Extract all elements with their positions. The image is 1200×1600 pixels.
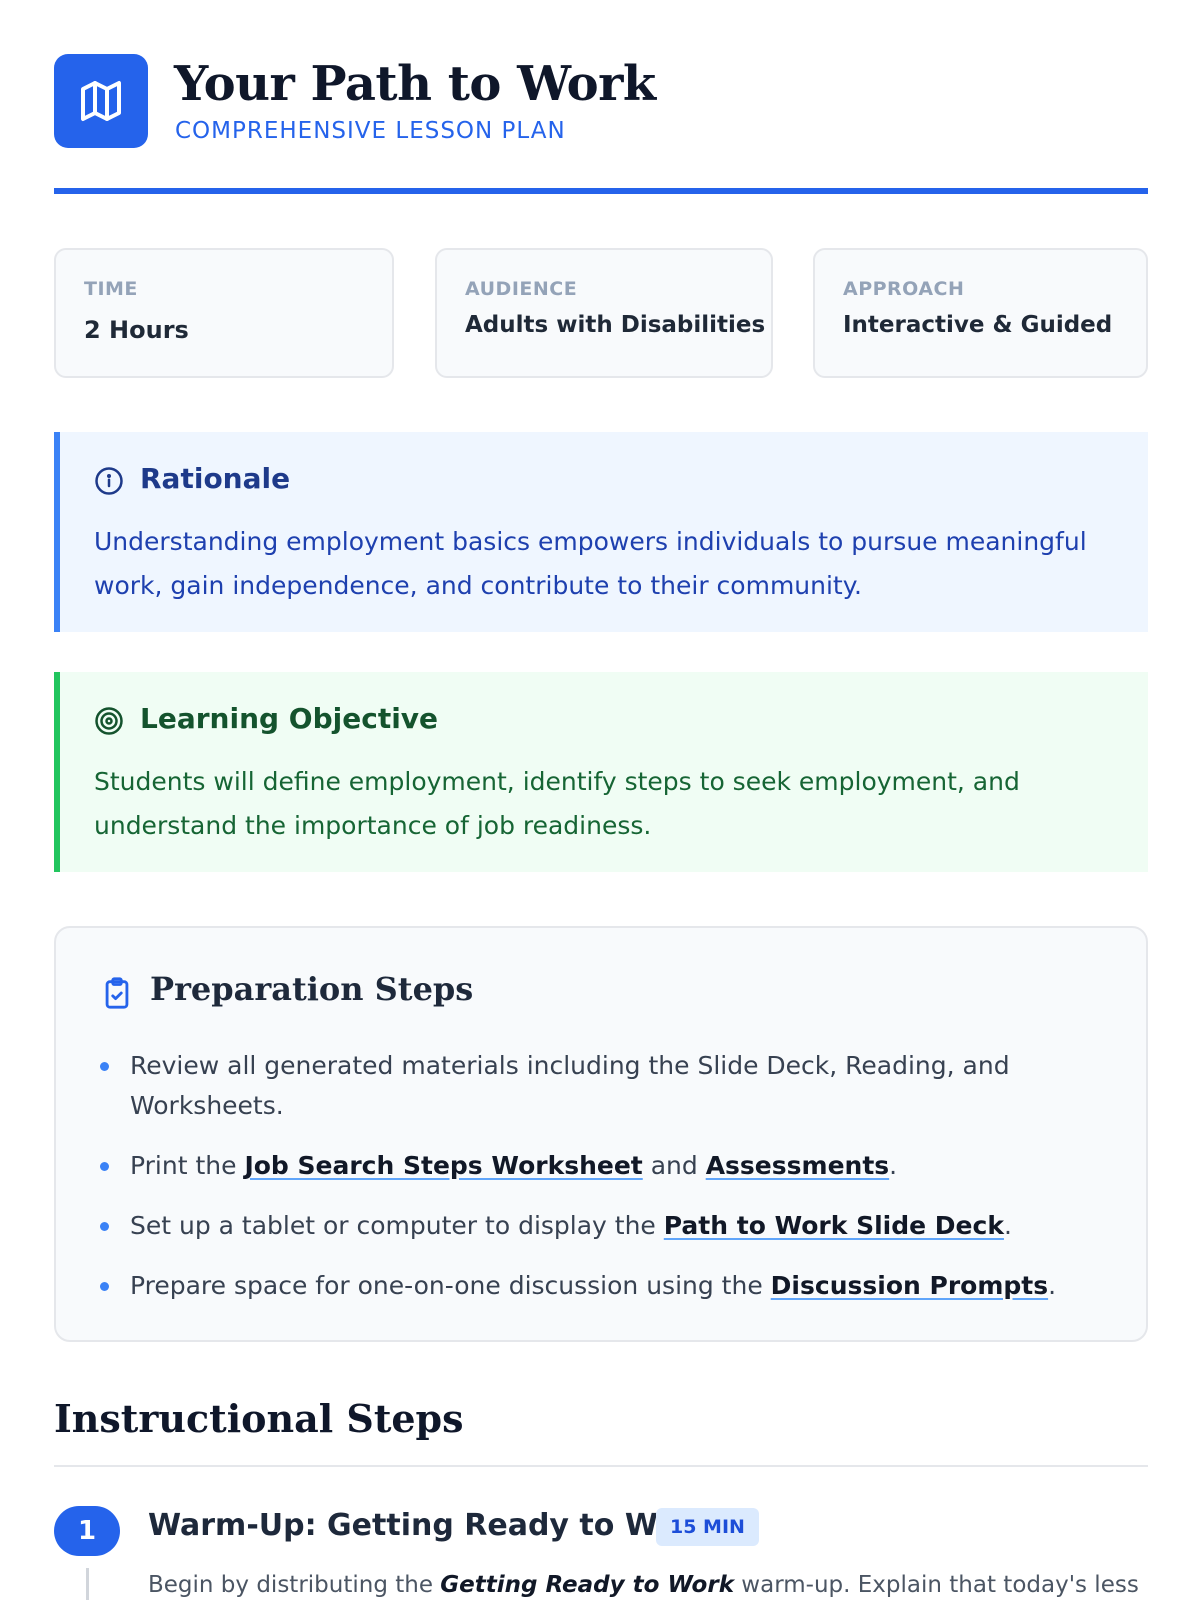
job-search-worksheet-link[interactable]: Job Search Steps Worksheet (244, 1151, 642, 1180)
list-item-text: Prepare space for one-on-one discussion … (130, 1271, 771, 1300)
meta-label: AUDIENCE (465, 278, 578, 300)
clipboard-check-icon (100, 974, 134, 1016)
discussion-prompts-link[interactable]: Discussion Prompts (771, 1271, 1048, 1300)
preparation-list: Review all generated materials including… (100, 1046, 1106, 1326)
preparation-title: Preparation Steps (150, 970, 474, 1008)
step-timeline-line (86, 1568, 89, 1600)
objective-title: Learning Objective (140, 702, 439, 735)
list-item-text: . (1003, 1211, 1012, 1240)
meta-card-time: TIME 2 Hours (54, 248, 394, 378)
rationale-body: Understanding employment basics empowers… (94, 527, 1087, 600)
step-text: Begin by distributing the (148, 1572, 441, 1598)
step-text: warm-up. Explain that today's lesson is (741, 1572, 1138, 1598)
step-title: Warm-Up: Getting Ready to Work (148, 1508, 713, 1543)
list-item-text: . (889, 1151, 898, 1180)
list-item: Print the Job Search Steps Worksheet and… (100, 1146, 1106, 1186)
rationale-callout: Rationale Understanding employment basic… (54, 432, 1148, 632)
preparation-card: Preparation Steps Review all generated m… (54, 926, 1148, 1342)
meta-card-approach: APPROACH Interactive & Guided (813, 248, 1148, 378)
rationale-title: Rationale (140, 462, 291, 495)
list-item-text: and (642, 1151, 706, 1180)
duration-badge: 15 MIN (656, 1508, 759, 1546)
objective-callout: Learning Objective Students will define … (54, 672, 1148, 872)
page-title: Your Path to Work (174, 56, 656, 112)
list-item: Set up a tablet or computer to display t… (100, 1206, 1106, 1246)
meta-value: Interactive & Guided (843, 312, 1113, 338)
page-header: Your Path to Work COMPREHENSIVE LESSON P… (54, 54, 1148, 194)
meta-label: APPROACH (843, 278, 965, 300)
step-number-badge: 1 (54, 1506, 120, 1556)
step-description: Begin by distributing the Getting Ready … (148, 1568, 1138, 1600)
assessments-link[interactable]: Assessments (706, 1151, 889, 1180)
section-divider (54, 1465, 1148, 1467)
meta-card-audience: AUDIENCE Adults with Disabilities (435, 248, 773, 378)
info-icon (94, 466, 124, 500)
target-icon (94, 706, 124, 740)
page-subtitle: COMPREHENSIVE LESSON PLAN (175, 118, 566, 144)
meta-value: Adults with Disabilities (465, 312, 766, 338)
slide-deck-link[interactable]: Path to Work Slide Deck (664, 1211, 1004, 1240)
objective-body: Students will define employment, identif… (94, 767, 1020, 840)
list-item-text: Print the (130, 1151, 245, 1180)
step-emphasis: Getting Ready to Work (440, 1572, 734, 1598)
instructional-steps-heading: Instructional Steps (54, 1396, 464, 1441)
list-item: Prepare space for one-on-one discussion … (100, 1266, 1106, 1306)
list-item-text: . (1048, 1271, 1057, 1300)
meta-value: 2 Hours (84, 316, 189, 344)
list-item-text: Review all generated materials including… (130, 1051, 1010, 1120)
list-item: Review all generated materials including… (100, 1046, 1106, 1126)
meta-label: TIME (84, 278, 138, 300)
list-item-text: Set up a tablet or computer to display t… (130, 1211, 664, 1240)
map-icon (54, 54, 148, 148)
